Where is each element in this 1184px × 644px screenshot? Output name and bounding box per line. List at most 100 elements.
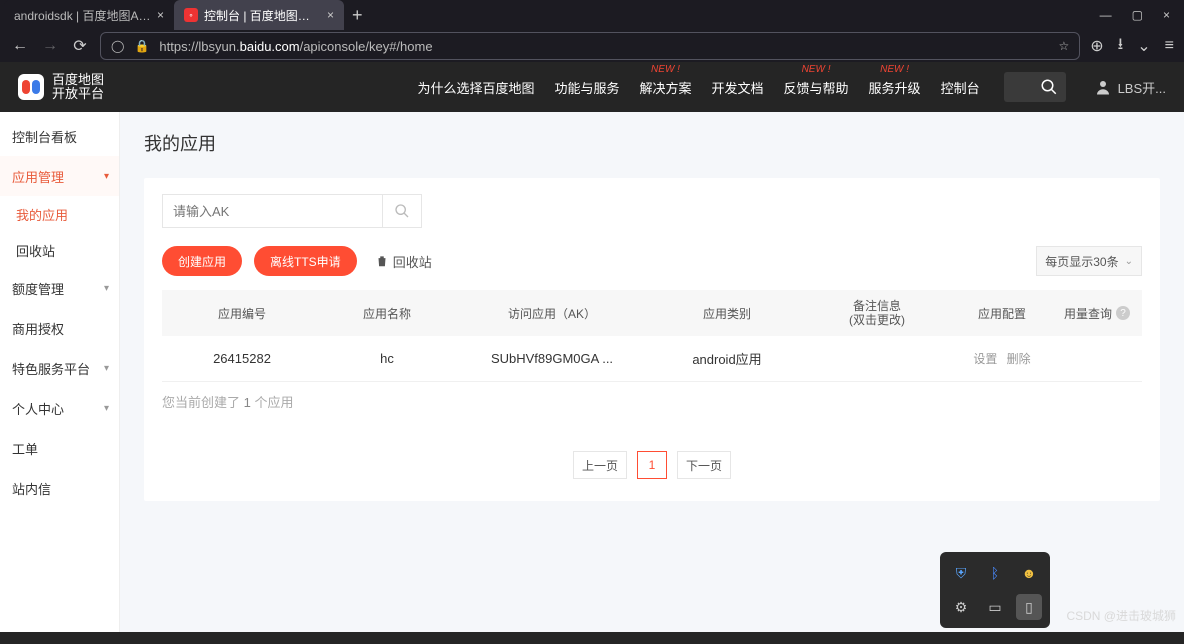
minimize-icon[interactable]: — — [1100, 8, 1112, 22]
cell-ak: SUbHVf89GM0GA ... — [452, 351, 652, 366]
cell-name: hc — [322, 351, 452, 366]
bookmark-icon[interactable]: ▯ — [1016, 594, 1042, 620]
sidebar-item-quota[interactable]: 额度管理▾ — [0, 268, 119, 308]
nav-docs[interactable]: 开发文档 — [712, 78, 764, 97]
url-bar[interactable]: ◯ 🔒 https://lbsyun.baidu.com/apiconsole/… — [100, 32, 1080, 60]
new-tab-button[interactable]: + — [352, 6, 363, 24]
create-app-button[interactable]: 创建应用 — [162, 246, 242, 276]
reader-icon[interactable]: ⊕ — [1090, 36, 1103, 56]
col-ak: 访问应用（AK） — [452, 305, 652, 322]
new-badge: NEW ! — [651, 64, 680, 75]
battery-icon[interactable]: ▭ — [982, 594, 1008, 620]
address-bar-row: ← → ⟳ ◯ 🔒 https://lbsyun.baidu.com/apico… — [0, 30, 1184, 62]
search-row — [162, 194, 1142, 228]
sidebar-item-inbox[interactable]: 站内信 — [0, 468, 119, 508]
summary-text: 您当前创建了 1 个应用 — [162, 392, 1142, 411]
col-id: 应用编号 — [162, 305, 322, 322]
browser-tabs: androidsdk | 百度地图API SDK × ∘ 控制台 | 百度地图开… — [0, 0, 1184, 30]
close-icon[interactable]: × — [157, 8, 164, 22]
next-page-button[interactable]: 下一页 — [677, 451, 731, 479]
top-nav: 为什么选择百度地图 功能与服务 NEW !解决方案 开发文档 NEW !反馈与帮… — [417, 72, 1166, 102]
sidebar-item-special[interactable]: 特色服务平台▾ — [0, 348, 119, 388]
chevron-down-icon: ⌄ — [1125, 256, 1133, 267]
close-window-icon[interactable]: × — [1163, 8, 1170, 22]
browser-tab-2[interactable]: ∘ 控制台 | 百度地图开放平台 × — [174, 0, 344, 30]
prev-page-button[interactable]: 上一页 — [573, 451, 627, 479]
sidebar-sub-trash[interactable]: 回收站 — [0, 232, 119, 268]
sidebar: 控制台看板 应用管理▾ 我的应用 回收站 额度管理▾ 商用授权 特色服务平台▾ … — [0, 112, 120, 632]
menu-icon[interactable]: ≡ — [1165, 37, 1174, 55]
url-text: https://lbsyun.baidu.com/apiconsole/key#… — [159, 39, 1048, 54]
action-settings[interactable]: 设置 — [973, 352, 997, 366]
nav-feedback[interactable]: NEW !反馈与帮助 — [784, 78, 849, 97]
panel: 创建应用 离线TTS申请 回收站 每页显示30条⌄ 应用编号 应用名称 访问应用… — [144, 178, 1160, 501]
user-name: LBS开... — [1118, 78, 1166, 97]
cell-type: android应用 — [652, 349, 802, 368]
close-icon[interactable]: × — [327, 8, 334, 22]
sidebar-item-app-mgmt[interactable]: 应用管理▾ — [0, 156, 119, 196]
site-header: 百度地图 开放平台 为什么选择百度地图 功能与服务 NEW !解决方案 开发文档… — [0, 62, 1184, 112]
page-number[interactable]: 1 — [637, 451, 667, 479]
download-icon[interactable]: ⭳ — [1118, 33, 1124, 60]
pagination: 上一页 1 下一页 — [162, 451, 1142, 479]
chevron-down-icon: ▾ — [104, 363, 109, 374]
col-type: 应用类别 — [652, 305, 802, 322]
sidebar-sub-my-apps[interactable]: 我的应用 — [0, 196, 119, 232]
nav-why[interactable]: 为什么选择百度地图 — [417, 78, 534, 97]
bookmark-star-icon[interactable]: ☆ — [1058, 39, 1069, 53]
new-badge: NEW ! — [880, 64, 909, 75]
browser-tab-1[interactable]: androidsdk | 百度地图API SDK × — [4, 0, 174, 30]
col-usage: 用量查询? — [1052, 305, 1142, 322]
system-tray: ⛨ ᛒ ☻ ⚙ ▭ ▯ — [940, 552, 1050, 628]
trash-icon — [375, 254, 389, 268]
reload-icon[interactable]: ⟳ — [70, 36, 90, 56]
bluetooth-icon[interactable]: ᛒ — [982, 560, 1008, 586]
browser-right-icons: ⊕ ⭳ ⌄ ≡ — [1090, 33, 1174, 60]
sidebar-item-personal[interactable]: 个人中心▾ — [0, 388, 119, 428]
logo-text: 百度地图 开放平台 — [52, 73, 104, 100]
ak-search-button[interactable] — [382, 194, 422, 228]
sidebar-item-dashboard[interactable]: 控制台看板 — [0, 116, 119, 156]
watermark: CSDN @进击玻城狮 — [1066, 607, 1176, 624]
page-size-select[interactable]: 每页显示30条⌄ — [1036, 246, 1142, 276]
shield-icon[interactable]: ⛨ — [948, 560, 974, 586]
tab-title: 控制台 | 百度地图开放平台 — [204, 7, 321, 24]
chevron-down-icon[interactable]: ⌄ — [1137, 36, 1150, 56]
forward-icon[interactable]: → — [40, 37, 60, 55]
chevron-down-icon: ▾ — [104, 403, 109, 414]
nav-solutions[interactable]: NEW !解决方案 — [640, 78, 692, 97]
baidu-favicon: ∘ — [184, 8, 198, 22]
trash-link[interactable]: 回收站 — [375, 252, 432, 271]
nav-console[interactable]: 控制台 — [941, 78, 980, 97]
window-controls: — ▢ × — [1100, 8, 1184, 22]
back-icon[interactable]: ← — [10, 37, 30, 55]
tab-title: androidsdk | 百度地图API SDK — [14, 7, 151, 24]
col-config: 应用配置 — [952, 305, 1052, 322]
logo[interactable]: 百度地图 开放平台 — [18, 73, 104, 100]
cell-config: 设置 删除 — [952, 350, 1052, 367]
maximize-icon[interactable]: ▢ — [1132, 8, 1143, 22]
user-icon — [1094, 78, 1112, 96]
search-icon — [394, 203, 410, 219]
offline-tts-button[interactable]: 离线TTS申请 — [254, 246, 357, 276]
help-icon[interactable]: ? — [1116, 306, 1130, 320]
action-delete[interactable]: 删除 — [1007, 352, 1031, 366]
ak-search-input[interactable] — [162, 194, 382, 228]
header-search[interactable] — [1004, 72, 1066, 102]
sidebar-item-tickets[interactable]: 工单 — [0, 428, 119, 468]
settings-icon[interactable]: ⚙ — [948, 594, 974, 620]
nav-features[interactable]: 功能与服务 — [554, 78, 619, 97]
toolbar: 创建应用 离线TTS申请 回收站 每页显示30条⌄ — [162, 246, 1142, 276]
new-badge: NEW ! — [802, 64, 831, 75]
logo-icon — [18, 74, 44, 100]
face-icon[interactable]: ☻ — [1016, 560, 1042, 586]
chevron-down-icon: ▾ — [104, 171, 109, 182]
search-icon — [1040, 78, 1058, 96]
table-header: 应用编号 应用名称 访问应用（AK） 应用类别 备注信息(双击更改) 应用配置 … — [162, 290, 1142, 336]
lock-icon: 🔒 — [134, 39, 149, 53]
sidebar-item-auth[interactable]: 商用授权 — [0, 308, 119, 348]
col-name: 应用名称 — [322, 305, 452, 322]
col-note: 备注信息(双击更改) — [802, 299, 952, 328]
nav-upgrade[interactable]: NEW !服务升级 — [869, 78, 921, 97]
user-menu[interactable]: LBS开... — [1094, 78, 1166, 97]
